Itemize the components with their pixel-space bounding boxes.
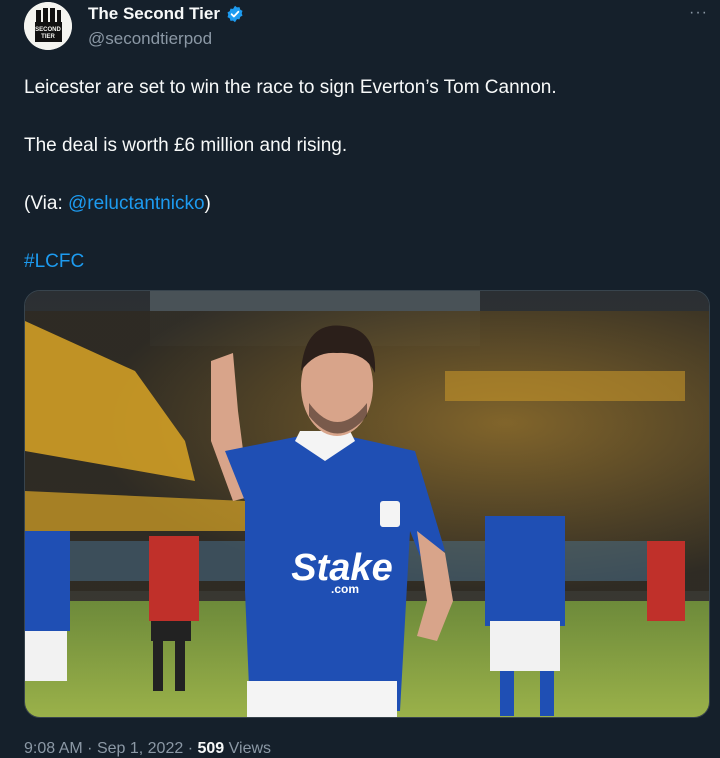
tweet-header: SECOND TIER The Second Tier @secondtierp…: [0, 0, 720, 60]
tweet-media-image[interactable]: Stake .com: [24, 290, 710, 718]
verified-badge-icon: [227, 5, 243, 23]
display-name[interactable]: The Second Tier: [88, 4, 220, 24]
tweet-line-1: Leicester are set to win the race to sig…: [24, 77, 557, 98]
avatar[interactable]: SECOND TIER: [24, 2, 72, 50]
via-mention-link[interactable]: @reluctantnicko: [68, 193, 205, 214]
avatar-text-top: SECOND: [35, 27, 61, 33]
avatar-text-bottom: TIER: [41, 34, 55, 40]
handle[interactable]: @secondtierpod: [88, 29, 212, 49]
tweet-date[interactable]: Sep 1, 2022: [97, 740, 183, 757]
via-suffix: ): [204, 193, 211, 214]
tweet-via-line: (Via: @reluctantnicko): [24, 190, 211, 218]
hashtag-link[interactable]: #LCFC: [24, 248, 84, 276]
footer-separator-2: ·: [187, 740, 194, 757]
player-photo: Stake .com: [25, 291, 709, 717]
shirt-sponsor-sub: .com: [331, 582, 359, 596]
via-prefix: (Via:: [24, 193, 69, 214]
tweet-text: Leicester are set to win the race to sig…: [24, 74, 704, 272]
more-options-icon[interactable]: ···: [689, 4, 708, 22]
footer-separator: ·: [87, 740, 93, 757]
views-count: 509: [197, 740, 225, 757]
views-label: Views: [228, 740, 272, 757]
avatar-logo: SECOND TIER: [24, 2, 72, 50]
tweet-footer: 9:08 AM · Sep 1, 2022 · 509 Views: [24, 740, 271, 758]
tweet-time[interactable]: 9:08 AM: [24, 740, 83, 757]
name-row: The Second Tier: [88, 4, 244, 24]
tweet-line-2: The deal is worth £6 million and rising.: [24, 135, 348, 156]
